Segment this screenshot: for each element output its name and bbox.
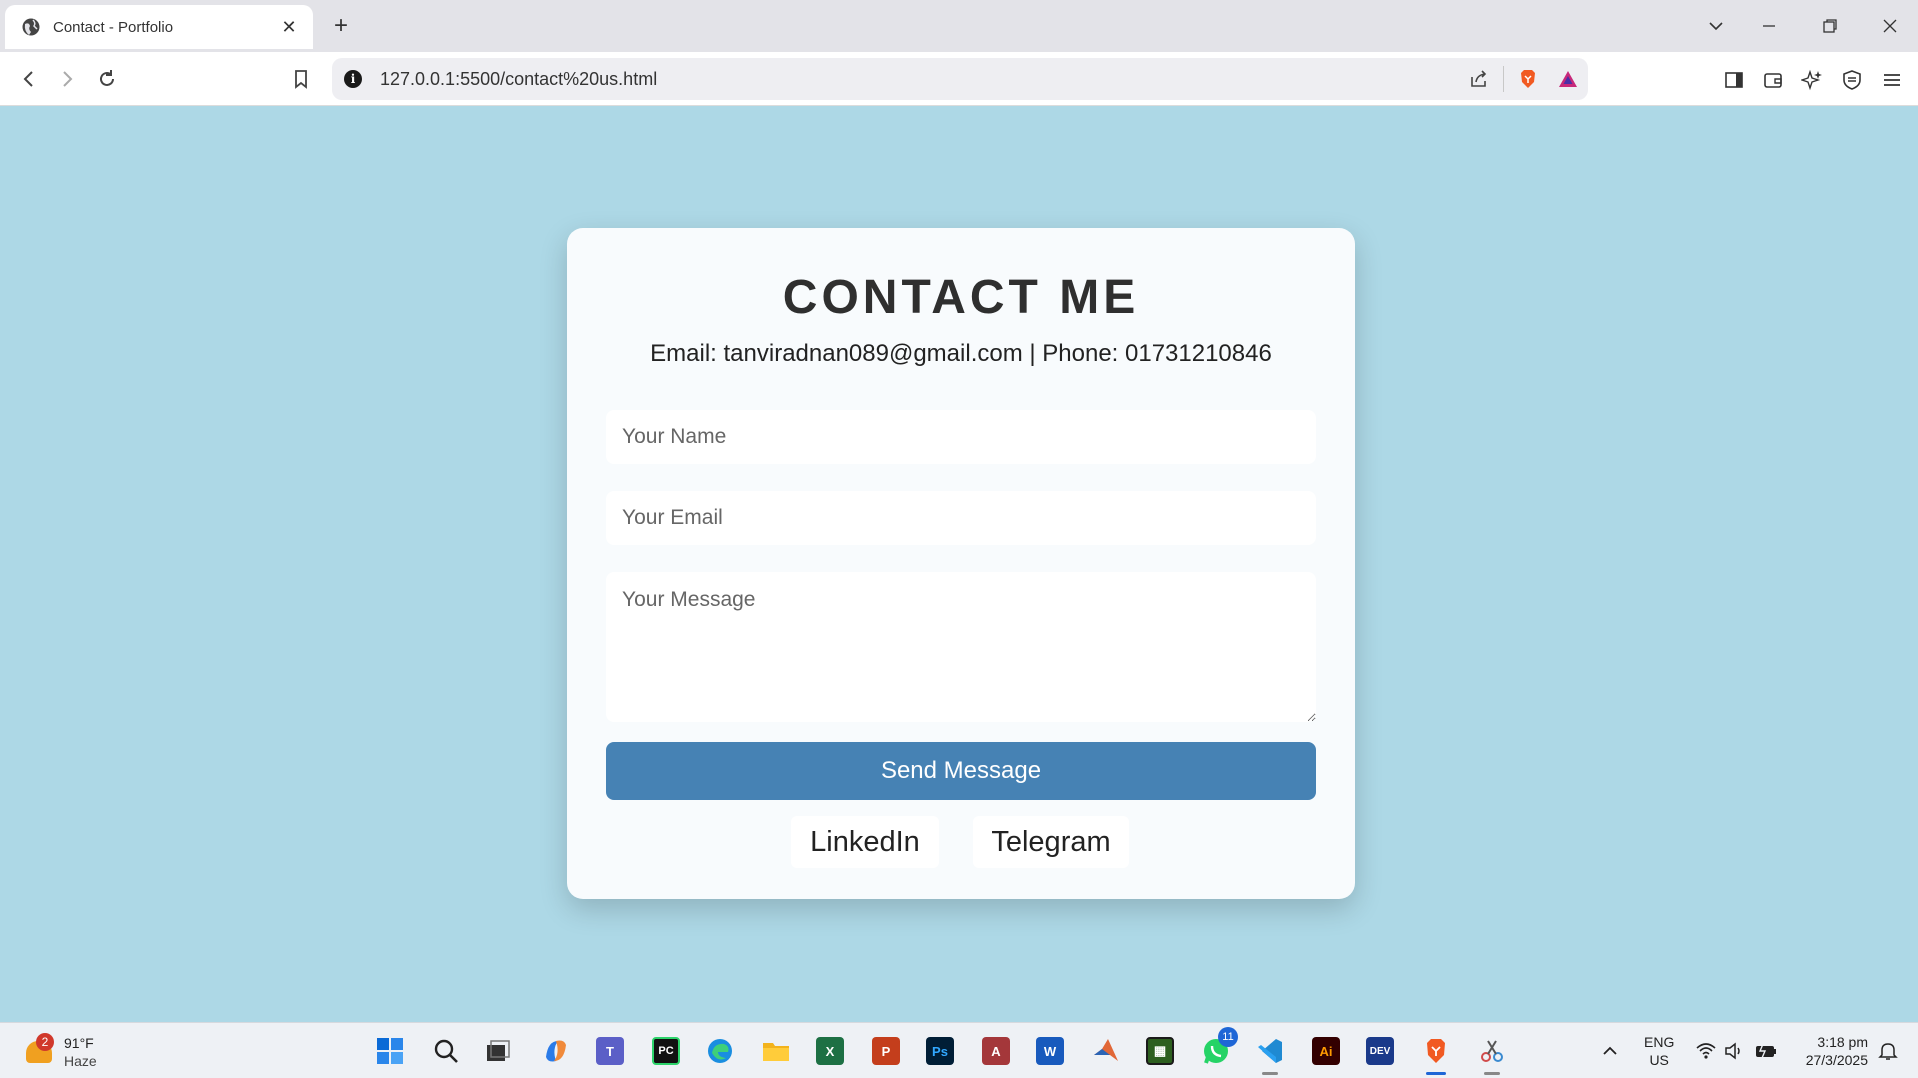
toolbar-divider xyxy=(1503,66,1504,92)
url-text[interactable]: 127.0.0.1:5500/contact%20us.html xyxy=(380,69,1459,90)
tab-strip: Contact - Portfolio ✕ + xyxy=(0,0,1918,52)
active-indicator xyxy=(1426,1072,1446,1075)
snipping-tool-icon[interactable] xyxy=(1474,1033,1510,1075)
weather-widget[interactable]: 2 91°F Haze xyxy=(22,1031,112,1071)
task-view-icon[interactable] xyxy=(480,1033,516,1069)
weather-temp: 91°F xyxy=(64,1035,94,1051)
minimize-icon[interactable] xyxy=(1749,8,1789,44)
menu-icon[interactable] xyxy=(1876,64,1908,96)
clock-time: 3:18 pm xyxy=(1817,1034,1868,1050)
whatsapp-icon[interactable]: 11 xyxy=(1198,1027,1238,1069)
whatsapp-badge: 11 xyxy=(1218,1027,1238,1047)
copilot-icon[interactable] xyxy=(538,1033,574,1069)
taskbar: 2 91°F Haze T PC X P Ps A W ▦ 11 Ai DEV … xyxy=(0,1022,1918,1078)
linkedin-link[interactable]: LinkedIn xyxy=(791,816,939,868)
email-input[interactable] xyxy=(606,491,1316,545)
address-bar[interactable]: i 127.0.0.1:5500/contact%20us.html xyxy=(332,58,1588,100)
powerpoint-icon[interactable]: P xyxy=(868,1033,904,1069)
telegram-link[interactable]: Telegram xyxy=(973,816,1129,868)
brave-shields-icon[interactable] xyxy=(1508,59,1548,99)
access-icon[interactable]: A xyxy=(978,1033,1014,1069)
back-arrow-icon[interactable] xyxy=(12,62,46,96)
restore-icon[interactable] xyxy=(1810,8,1850,44)
tab-search-chevron-icon[interactable] xyxy=(1696,8,1736,44)
terminal-app-icon[interactable]: ▦ xyxy=(1142,1033,1178,1069)
forward-arrow-icon[interactable] xyxy=(50,62,84,96)
tray-chevron-up-icon[interactable] xyxy=(1592,1033,1628,1069)
pycharm-icon[interactable]: PC xyxy=(648,1033,684,1069)
contact-info: Email: tanviradnan089@gmail.com | Phone:… xyxy=(650,340,1272,367)
battery-icon[interactable] xyxy=(1748,1033,1784,1069)
start-icon[interactable] xyxy=(372,1033,408,1069)
share-icon[interactable] xyxy=(1459,59,1499,99)
weather-badge: 2 xyxy=(36,1033,54,1051)
illustrator-icon[interactable]: Ai xyxy=(1308,1033,1344,1069)
language-code: ENG xyxy=(1644,1034,1675,1050)
brave-taskbar-icon[interactable] xyxy=(1418,1033,1454,1075)
running-indicator-snip xyxy=(1484,1072,1500,1075)
bookmark-icon[interactable] xyxy=(284,62,318,96)
browser-tab[interactable]: Contact - Portfolio ✕ xyxy=(5,5,313,49)
clock-date: 27/3/2025 xyxy=(1805,1052,1868,1068)
brave-rewards-icon[interactable] xyxy=(1548,59,1588,99)
devcpp-icon[interactable]: DEV xyxy=(1362,1033,1398,1069)
clock[interactable]: 3:18 pm 27/3/2025 xyxy=(1796,1033,1868,1069)
photoshop-icon[interactable]: Ps xyxy=(922,1033,958,1069)
sidebar-toggle-icon[interactable] xyxy=(1718,64,1750,96)
language-indicator[interactable]: ENG US xyxy=(1644,1033,1674,1069)
new-tab-button[interactable]: + xyxy=(325,10,357,42)
page-title: CONTACT ME xyxy=(782,271,1140,324)
site-info-icon[interactable]: i xyxy=(344,70,362,88)
teams-icon[interactable]: T xyxy=(592,1033,628,1069)
vscode-icon[interactable] xyxy=(1252,1033,1288,1075)
vpn-shield-icon[interactable] xyxy=(1836,64,1868,96)
reload-icon[interactable] xyxy=(90,62,124,96)
volume-icon[interactable] xyxy=(1716,1033,1752,1069)
globe-icon xyxy=(22,18,40,36)
message-textarea[interactable] xyxy=(606,572,1316,722)
tab-title: Contact - Portfolio xyxy=(53,18,174,36)
running-indicator xyxy=(1262,1072,1278,1075)
tab-close-icon[interactable]: ✕ xyxy=(277,17,301,38)
file-explorer-icon[interactable] xyxy=(758,1033,794,1069)
browser-toolbar: i 127.0.0.1:5500/contact%20us.html xyxy=(0,52,1918,106)
notification-bell-icon[interactable] xyxy=(1870,1033,1906,1069)
region-code: US xyxy=(1649,1052,1669,1068)
word-icon[interactable]: W xyxy=(1032,1033,1068,1069)
weather-condition: Haze xyxy=(64,1053,97,1069)
leo-ai-icon[interactable] xyxy=(1796,64,1828,96)
wallet-icon[interactable] xyxy=(1757,64,1789,96)
send-message-button[interactable]: Send Message xyxy=(606,742,1316,800)
contact-card: CONTACT ME Email: tanviradnan089@gmail.c… xyxy=(567,228,1355,899)
search-icon[interactable] xyxy=(428,1033,464,1069)
excel-icon[interactable]: X xyxy=(812,1033,848,1069)
edge-icon[interactable] xyxy=(702,1033,738,1069)
name-input[interactable] xyxy=(606,410,1316,464)
close-window-icon[interactable] xyxy=(1870,8,1910,44)
matlab-icon[interactable] xyxy=(1088,1033,1124,1069)
